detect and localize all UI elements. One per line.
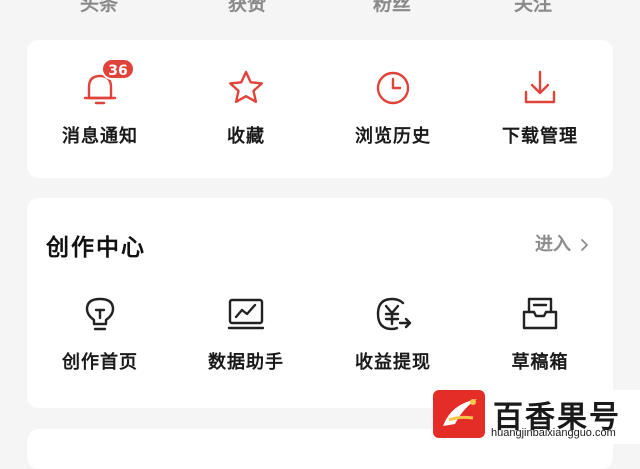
data-assistant-label: 数据助手 [208,352,284,373]
enter-label: 进入 [535,234,571,255]
downloads-button[interactable]: 下载管理 [467,68,613,148]
creator-home-button[interactable]: 创作首页 [27,294,173,374]
favorites-button[interactable]: 收藏 [173,68,319,148]
history-label: 浏览历史 [355,126,431,147]
chevron-right-icon [577,236,591,251]
notifications-label: 消息通知 [62,126,138,147]
creator-center-title: 创作中心 [46,235,146,261]
favorites-label: 收藏 [227,126,265,147]
star-icon [226,68,266,108]
stats-row: 头条 获赞 粉丝 关注 [0,0,640,14]
yuan-withdraw-icon [373,294,413,334]
bell-icon: 36 [80,58,135,108]
history-button[interactable]: 浏览历史 [320,68,466,148]
stat-label-likes[interactable]: 获赞 [187,0,307,14]
watermark-domain: huangjinbaixiangguo.com [491,427,616,439]
stat-label-fans[interactable]: 粉丝 [332,0,452,14]
creator-enter-link[interactable]: 进入 [535,230,591,256]
creator-home-label: 创作首页 [62,352,138,373]
creator-center-card: 创作中心 进入 创作首页 数据助手 收益提现 草稿箱 [27,198,613,408]
chart-monitor-icon [226,294,266,334]
drafts-label: 草稿箱 [511,352,569,373]
data-assistant-button[interactable]: 数据助手 [173,294,319,374]
notifications-button[interactable]: 36 消息通知 [27,58,173,148]
clock-icon [373,68,413,108]
quick-actions-card: 36 消息通知 收藏 浏览历史 下载管理 [27,40,613,178]
download-icon [520,68,560,108]
drafts-tray-icon [520,294,560,334]
stat-label-following[interactable]: 关注 [473,0,593,14]
downloads-label: 下载管理 [502,126,578,147]
earnings-withdraw-button[interactable]: 收益提现 [320,294,466,374]
drafts-button[interactable]: 草稿箱 [467,294,613,374]
lightbulb-icon [80,294,120,334]
earnings-withdraw-label: 收益提现 [355,352,431,373]
site-watermark: 百香果号 huangjinbaixiangguo.com [433,390,640,444]
notification-count-badge: 36 [101,58,135,80]
passionfruit-logo-icon [433,390,485,438]
stat-label-toutiao[interactable]: 头条 [39,0,159,14]
